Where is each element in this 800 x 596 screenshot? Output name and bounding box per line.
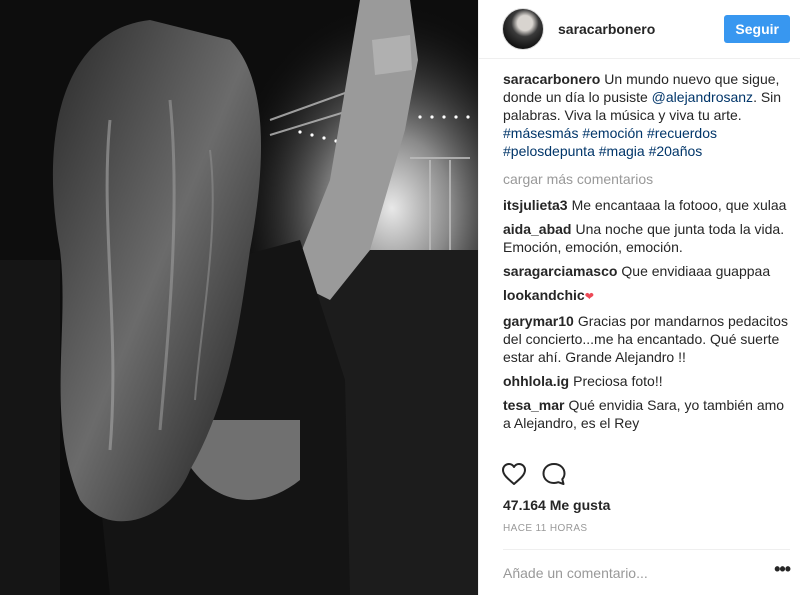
hashtag-link[interactable]: #20años — [649, 143, 703, 159]
like-button[interactable] — [501, 462, 527, 486]
comment-item: lookandchic❤ — [503, 286, 790, 306]
caption-mention-link[interactable]: @alejandrosanz — [652, 89, 753, 105]
instagram-post: saracarbonero Seguir saracarbonero Un mun… — [0, 0, 800, 595]
comment-text: Me encantaaa la fotooo, que xulaa — [571, 197, 787, 213]
comment-username[interactable]: saragarciamasco — [503, 263, 617, 279]
hashtag-link[interactable]: #emoción — [582, 125, 643, 141]
comment-username[interactable]: aida_abad — [503, 221, 571, 237]
post-header: saracarbonero Seguir — [479, 0, 800, 59]
avatar[interactable] — [502, 8, 544, 50]
add-comment-input[interactable]: Añade un comentario... — [503, 565, 774, 581]
header-username[interactable]: saracarbonero — [558, 21, 724, 37]
speech-bubble-icon — [542, 463, 566, 485]
comment-username[interactable]: itsjulieta3 — [503, 197, 568, 213]
comment-item: ohhlola.ig Preciosa foto!! — [503, 372, 790, 390]
hashtag-link[interactable]: #másesmás — [503, 125, 578, 141]
load-more-comments-link[interactable]: cargar más comentarios — [503, 170, 790, 188]
post-timestamp[interactable]: HACE 11 HORAS — [503, 523, 587, 534]
comment-item: itsjulieta3 Me encantaaa la fotooo, que x… — [503, 196, 790, 214]
more-dots-icon[interactable]: ••• — [774, 560, 791, 582]
comment-text: Que envidiaaa guappaa — [621, 263, 771, 279]
caption-username[interactable]: saracarbonero — [503, 71, 600, 87]
hashtag-link[interactable]: #magia — [599, 143, 645, 159]
concert-photo-image — [0, 0, 478, 595]
hashtag-link[interactable]: #pelosdepunta — [503, 143, 595, 159]
comment-item: tesa_mar Qué envidia Sara, yo también amo… — [503, 396, 790, 432]
comment-username[interactable]: garymar10 — [503, 313, 574, 329]
likes-count[interactable]: 47.164 Me gusta — [503, 497, 610, 513]
comment-username[interactable]: lookandchic — [503, 287, 585, 303]
hashtag-link[interactable]: #recuerdos — [647, 125, 717, 141]
comment-text: Preciosa foto!! — [573, 373, 663, 389]
comment-button[interactable] — [541, 462, 567, 486]
add-comment-bar: Añade un comentario... ••• — [503, 549, 791, 596]
post-sidebar: saracarbonero Seguir saracarbonero Un mun… — [478, 0, 800, 595]
action-bar — [501, 462, 567, 486]
post-photo[interactable] — [0, 0, 478, 595]
comment-item: saragarciamasco Que envidiaaa guappaa — [503, 262, 790, 280]
heart-emoji-icon: ❤ — [584, 291, 594, 303]
comment-item: aida_abad Una noche que junta toda la vid… — [503, 220, 790, 256]
comments-section: saracarbonero Un mundo nuevo que sigue, d… — [503, 70, 790, 456]
comment-item: garymar10 Gracias por mandarnos pedacitos… — [503, 312, 790, 366]
follow-button[interactable]: Seguir — [724, 15, 790, 43]
caption: saracarbonero Un mundo nuevo que sigue, d… — [503, 70, 790, 160]
heart-outline-icon — [502, 463, 526, 485]
comment-username[interactable]: ohhlola.ig — [503, 373, 569, 389]
comment-username[interactable]: tesa_mar — [503, 397, 565, 413]
